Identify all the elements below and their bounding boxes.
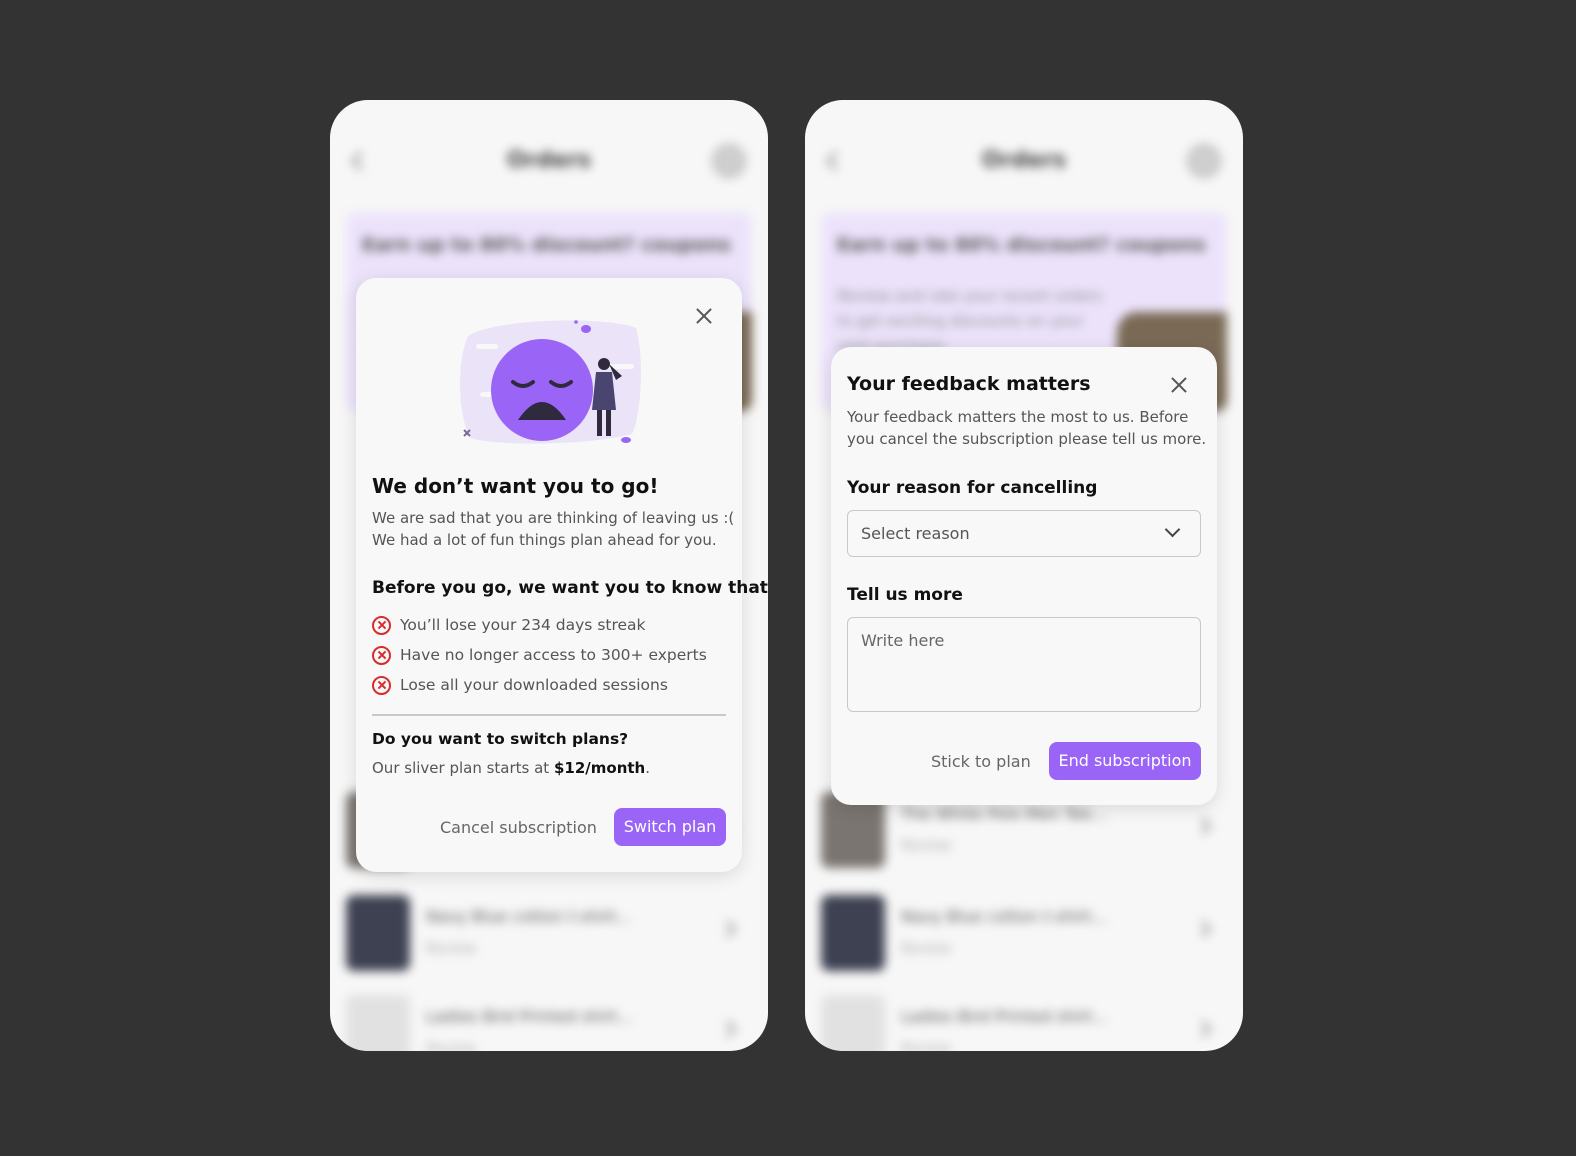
loss-text: You’ll lose your 234 days streak [400, 616, 646, 634]
feedback-dialog: Your feedback matters Your feedback matt… [831, 347, 1217, 805]
avatar [712, 144, 746, 178]
switch-heading: Do you want to switch plans? [372, 730, 629, 748]
dialog-message-line1: Your feedback matters the most to us. Be… [847, 408, 1189, 426]
product-title: Ladies Bird Printed shirt... [901, 1007, 1108, 1026]
chevron-right-icon [1194, 1020, 1212, 1038]
reason-label: Your reason for cancelling [847, 478, 1098, 498]
feedback-textarea[interactable]: Write here [847, 617, 1201, 712]
product-thumbnail [346, 895, 410, 971]
divider [372, 714, 726, 716]
list-item: Navy Blue cotton t-shirt... Review [346, 895, 752, 975]
chevron-right-icon [1194, 817, 1212, 835]
cancel-subscription-button[interactable]: Cancel subscription [440, 818, 597, 837]
close-circle-icon [372, 615, 391, 635]
product-status: Review [426, 1041, 476, 1051]
sad-face-illustration [459, 320, 641, 444]
close-icon[interactable] [1167, 373, 1191, 397]
banner-title: Earn up to 80% discount? coupons [837, 234, 1206, 256]
switch-price: $12/month [553, 759, 646, 777]
reason-select-value: Select reason [861, 524, 970, 543]
dialog-title: We don’t want you to go! [372, 474, 659, 498]
reason-select[interactable]: Select reason [847, 510, 1201, 557]
list-item: Ladies Bird Printed shirt... Review [821, 995, 1227, 1051]
product-thumbnail [821, 995, 885, 1051]
switch-offer-text: Our sliver plan starts at $12/month. [372, 757, 650, 779]
loss-text: Have no longer access to 300+ experts [400, 646, 707, 664]
product-thumbnail [346, 995, 410, 1051]
switch-offer-prefix: Our sliver plan starts at [372, 759, 554, 777]
chevron-down-icon [1164, 521, 1181, 538]
more-label: Tell us more [847, 585, 963, 605]
losses-heading: Before you go, we want you to know that [372, 578, 768, 598]
product-thumbnail [821, 895, 885, 971]
screen-title: Orders [506, 148, 592, 173]
loss-text: Lose all your downloaded sessions [400, 676, 668, 694]
list-item: Have no longer access to 300+ experts [372, 640, 707, 670]
list-item: Navy Blue cotton t-shirt... Review [821, 895, 1227, 975]
phone-screen-retention: Orders Earn up to 80% discount? coupons … [330, 100, 768, 1051]
dialog-message-line1: We are sad that you are thinking of leav… [372, 509, 735, 527]
textarea-placeholder: Write here [861, 631, 945, 650]
phone-screen-feedback: Orders Earn up to 80% discount? coupons … [805, 100, 1243, 1051]
close-icon[interactable] [692, 304, 716, 328]
close-circle-icon [372, 645, 391, 665]
stick-to-plan-button[interactable]: Stick to plan [931, 752, 1031, 771]
switch-offer-suffix: . [645, 759, 651, 777]
product-status: Review [901, 1041, 951, 1051]
losses-list: You’ll lose your 234 days streak Have no… [372, 610, 707, 700]
avatar [1187, 144, 1221, 178]
screen-title: Orders [981, 148, 1067, 173]
retention-dialog: We don’t want you to go! We are sad that… [356, 278, 768, 872]
product-status: Review [901, 838, 951, 854]
list-item: Ladies Bird Printed shirt... Review [346, 995, 752, 1051]
end-subscription-button[interactable]: End subscription [1049, 742, 1201, 780]
close-circle-icon [372, 675, 391, 695]
chevron-right-icon [719, 920, 737, 938]
chevron-right-icon [1194, 920, 1212, 938]
dialog-title: Your feedback matters [847, 373, 1091, 395]
switch-plan-button[interactable]: Switch plan [614, 808, 726, 846]
dialog-message-line2: We had a lot of fun things plan ahead fo… [372, 531, 717, 549]
product-title: Navy Blue cotton t-shirt... [901, 907, 1107, 926]
dialog-message-line2: you cancel the subscription please tell … [847, 430, 1207, 448]
list-item: You’ll lose your 234 days streak [372, 610, 707, 640]
banner-title: Earn up to 80% discount? coupons [362, 234, 731, 256]
product-title: The White Polo Men Tee... [901, 804, 1107, 823]
product-title: Ladies Bird Printed shirt... [426, 1007, 633, 1026]
product-status: Review [426, 941, 476, 957]
list-item: Lose all your downloaded sessions [372, 670, 707, 700]
product-status: Review [901, 941, 951, 957]
chevron-right-icon [719, 1020, 737, 1038]
product-title: Navy Blue cotton t-shirt... [426, 907, 632, 926]
